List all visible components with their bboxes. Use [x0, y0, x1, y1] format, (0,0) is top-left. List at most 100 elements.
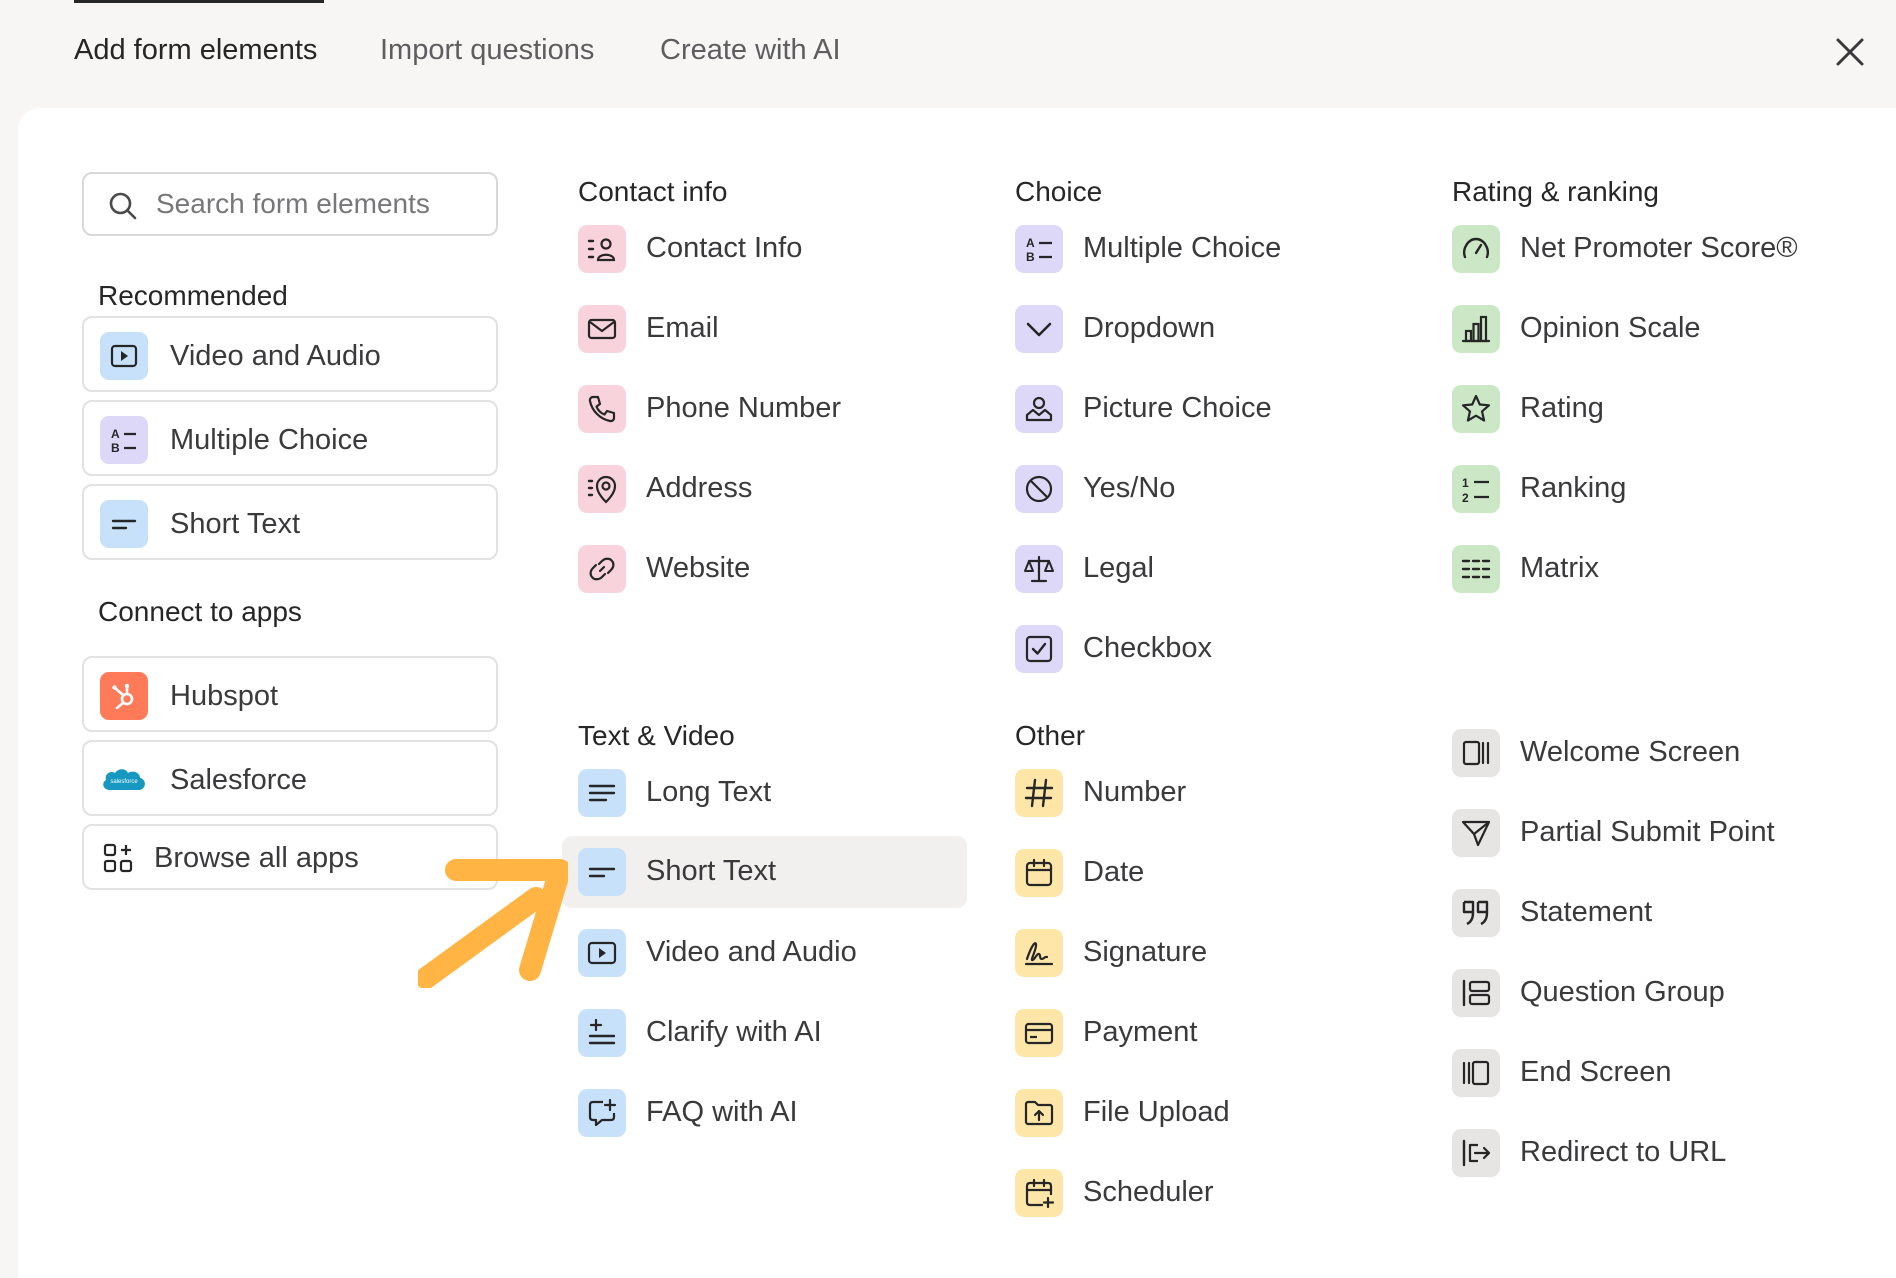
element-redirect-to-url[interactable]: Redirect to URL	[1452, 1118, 1852, 1188]
element-label: End Screen	[1520, 1056, 1672, 1088]
svg-text:B: B	[111, 441, 120, 455]
element-net-promoter-score[interactable]: Net Promoter Score®	[1452, 214, 1852, 284]
element-question-group[interactable]: Question Group	[1452, 958, 1852, 1028]
credit-card-icon	[1015, 1009, 1063, 1057]
element-label: Address	[646, 472, 753, 504]
tab-import-questions[interactable]: Import questions	[380, 34, 594, 67]
element-label: Legal	[1083, 552, 1154, 584]
element-checkbox[interactable]: Checkbox	[1015, 614, 1395, 684]
element-legal[interactable]: Legal	[1015, 534, 1395, 604]
salesforce-logo-text: salesforce	[110, 779, 138, 785]
element-short-text[interactable]: Short Text	[562, 836, 967, 908]
long-text-icon	[578, 769, 626, 817]
rating-ranking-heading: Rating & ranking	[1452, 176, 1660, 207]
calendar-icon	[1015, 849, 1063, 897]
recommended-video-audio[interactable]: Video and Audio	[82, 316, 498, 392]
element-label: Picture Choice	[1083, 392, 1272, 424]
element-label: Clarify with AI	[646, 1016, 822, 1048]
element-label: Short Text	[646, 855, 777, 887]
close-button[interactable]	[1832, 34, 1868, 70]
element-address[interactable]: Address	[578, 454, 958, 524]
element-contact-info[interactable]: Contact Info	[578, 214, 958, 284]
element-label: Dropdown	[1083, 312, 1216, 344]
recommended-multiple-choice[interactable]: AB Multiple Choice	[82, 400, 498, 476]
svg-text:1: 1	[1462, 476, 1469, 490]
element-label: Long Text	[646, 776, 772, 808]
svg-text:2: 2	[1462, 491, 1469, 505]
element-long-text[interactable]: Long Text	[578, 758, 958, 828]
choice-heading: Choice	[1015, 176, 1103, 207]
end-screen-icon	[1452, 1049, 1500, 1097]
element-matrix[interactable]: Matrix	[1452, 534, 1852, 604]
element-label: Ranking	[1520, 472, 1627, 504]
element-welcome-screen[interactable]: Welcome Screen	[1452, 718, 1852, 788]
element-statement[interactable]: Statement	[1452, 878, 1852, 948]
annotation-arrow-icon	[418, 859, 568, 988]
element-phone-number[interactable]: Phone Number	[578, 374, 958, 444]
element-multiple-choice[interactable]: AB Multiple Choice	[1015, 214, 1395, 284]
sparkle-lines-icon	[578, 1009, 626, 1057]
tab-create-with-ai[interactable]: Create with AI	[660, 34, 841, 67]
search-icon	[109, 192, 137, 220]
element-label: Signature	[1083, 936, 1208, 968]
svg-text:B: B	[1026, 250, 1035, 264]
element-scheduler[interactable]: Scheduler	[1015, 1158, 1395, 1228]
app-hubspot[interactable]: Hubspot	[82, 656, 498, 732]
search-box[interactable]	[82, 172, 498, 236]
element-email[interactable]: Email	[578, 294, 958, 364]
element-date[interactable]: Date	[1015, 838, 1395, 908]
element-payment[interactable]: Payment	[1015, 998, 1395, 1068]
active-tab-indicator	[74, 0, 324, 3]
element-label: Multiple Choice	[1083, 232, 1282, 264]
element-website[interactable]: Website	[578, 534, 958, 604]
app-label: Salesforce	[170, 764, 308, 796]
hubspot-icon	[100, 672, 148, 720]
element-dropdown[interactable]: Dropdown	[1015, 294, 1395, 364]
welcome-screen-icon	[1452, 729, 1500, 777]
recommended-short-text[interactable]: Short Text	[82, 484, 498, 560]
multiple-choice-icon: AB	[1015, 225, 1063, 273]
element-signature[interactable]: Signature	[1015, 918, 1395, 988]
search-input[interactable]	[156, 184, 476, 224]
matrix-grid-icon	[1452, 545, 1500, 593]
element-label: Welcome Screen	[1520, 736, 1741, 768]
element-ranking[interactable]: 12 Ranking	[1452, 454, 1852, 524]
element-faq-with-ai[interactable]: FAQ with AI	[578, 1078, 958, 1148]
video-icon	[100, 332, 148, 380]
picture-person-icon	[1015, 385, 1063, 433]
element-opinion-scale[interactable]: Opinion Scale	[1452, 294, 1852, 364]
recommended-heading: Recommended	[98, 280, 288, 311]
envelope-icon	[578, 305, 626, 353]
element-end-screen[interactable]: End Screen	[1452, 1038, 1852, 1108]
element-label: Partial Submit Point	[1520, 816, 1775, 848]
short-text-icon	[578, 848, 626, 896]
recommended-item-label: Video and Audio	[170, 340, 381, 372]
recommended-item-label: Short Text	[170, 508, 301, 540]
element-video-audio[interactable]: Video and Audio	[578, 918, 958, 988]
numbered-list-icon: 12	[1452, 465, 1500, 513]
element-label: Number	[1083, 776, 1187, 808]
element-file-upload[interactable]: File Upload	[1015, 1078, 1395, 1148]
element-label: Net Promoter Score®	[1520, 232, 1798, 264]
chevron-down-icon	[1015, 305, 1063, 353]
app-salesforce[interactable]: salesforce Salesforce	[82, 740, 498, 816]
question-group-icon	[1452, 969, 1500, 1017]
element-label: Scheduler	[1083, 1176, 1214, 1208]
element-yes-no[interactable]: Yes/No	[1015, 454, 1395, 524]
scales-icon	[1015, 545, 1063, 593]
element-partial-submit-point[interactable]: Partial Submit Point	[1452, 798, 1852, 868]
browse-apps-label: Browse all apps	[154, 842, 359, 874]
element-label: Checkbox	[1083, 632, 1212, 664]
element-clarify-with-ai[interactable]: Clarify with AI	[578, 998, 958, 1068]
bar-chart-icon	[1452, 305, 1500, 353]
element-picture-choice[interactable]: Picture Choice	[1015, 374, 1395, 444]
signature-icon	[1015, 929, 1063, 977]
apps-grid-icon	[100, 840, 136, 876]
element-number[interactable]: Number	[1015, 758, 1395, 828]
tab-add-form-elements[interactable]: Add form elements	[74, 34, 317, 67]
element-label: Rating	[1520, 392, 1604, 424]
element-label: Date	[1083, 856, 1145, 888]
element-rating[interactable]: Rating	[1452, 374, 1852, 444]
other-heading: Other	[1015, 720, 1086, 751]
connect-apps-heading: Connect to apps	[98, 596, 302, 627]
